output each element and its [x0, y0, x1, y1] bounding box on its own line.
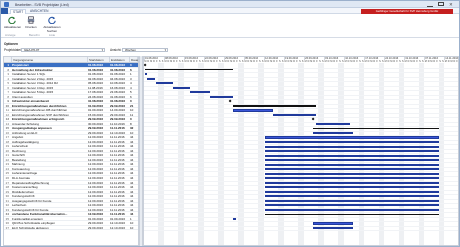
gantt-bar[interactable] [264, 145, 439, 148]
row-number: 37 [5, 225, 9, 230]
gantt-milestone[interactable] [311, 117, 315, 122]
print-icon [27, 16, 35, 24]
row-gridline [144, 221, 458, 223]
gantt-milestone[interactable] [228, 99, 232, 103]
project-label: Projektdatei: [4, 48, 22, 52]
view-select[interactable]: Wochen ▾ [122, 47, 168, 53]
gantt-bar[interactable] [264, 195, 439, 198]
row-gridline [144, 81, 458, 83]
gantt-bar[interactable] [264, 159, 439, 162]
options-title: Optionen [4, 42, 18, 46]
task-start: 29.09.2016 [88, 225, 104, 230]
gantt-bar[interactable] [233, 109, 273, 112]
day-label: F [456, 60, 458, 63]
task-name: ELO Schnittstelle aktivieren [12, 225, 49, 230]
task-duration: 10 [130, 225, 134, 230]
gantt-bar[interactable] [313, 226, 353, 230]
row-gridline [144, 76, 458, 78]
task-table: Vorgangsname Startdatum Enddatum Dauer 1… [3, 56, 139, 246]
group-label-liste: Liste [49, 33, 56, 37]
row-gridline [144, 94, 458, 96]
gantt-milestone[interactable] [144, 63, 147, 67]
gantt-bar[interactable] [273, 113, 316, 117]
gantt-bar[interactable] [264, 163, 439, 166]
gantt-bar[interactable] [264, 150, 439, 153]
gantt-summary-bar[interactable] [233, 105, 316, 107]
row-gridline [144, 216, 458, 218]
task-end: 12.10.2016 [110, 225, 126, 230]
table-row[interactable]: 37 ELO Schnittstelle aktivieren 29.09.2016… [4, 226, 138, 231]
gantt-bar[interactable] [264, 208, 439, 211]
gantt-bar[interactable] [264, 199, 439, 202]
application-window: Bearbeiten - SVB Projektplan (Lied) ✕ ST… [0, 0, 460, 247]
gantt-bar[interactable] [264, 136, 439, 139]
gantt-bar[interactable] [264, 181, 439, 184]
company-badge: Geißlinger Gesellschaft für SVP Heimsbur… [361, 9, 453, 14]
gantt-summary-bar[interactable] [264, 213, 439, 216]
maximize-icon[interactable] [438, 2, 444, 6]
project-select[interactable]: GEA-P6-07 ▾ [21, 47, 105, 53]
gantt-bar[interactable] [264, 168, 439, 171]
gantt-bar[interactable] [155, 82, 173, 85]
print-button[interactable]: Drucken [23, 16, 39, 32]
refresh-icon [8, 16, 16, 24]
gantt-summary-bar[interactable] [313, 127, 439, 130]
gantt-bar[interactable] [210, 95, 233, 98]
minimize-icon[interactable] [427, 2, 433, 7]
view-value: Wochen [125, 47, 136, 52]
gantt-bar[interactable] [147, 77, 156, 80]
row-gridline [144, 130, 458, 132]
row-gridline [144, 72, 458, 74]
gantt-bar[interactable] [264, 186, 439, 189]
project-value: GEA-P6-07 [24, 47, 40, 52]
gantt-bar[interactable] [190, 91, 210, 94]
window-title: Bearbeiten - SVB Projektplan (Lied) [15, 2, 69, 7]
app-icon [4, 2, 9, 7]
print-label: Drucken [25, 25, 37, 29]
row-gridline [144, 117, 458, 119]
gantt-bar[interactable] [264, 177, 439, 180]
gantt-bar[interactable] [173, 86, 190, 89]
gantt-bar[interactable] [264, 141, 439, 144]
close-icon[interactable]: ✕ [449, 2, 455, 7]
ribbon-panel: Aktualisieren Drucken Aktualisieren Such… [1, 14, 459, 38]
gantt-bar[interactable] [233, 217, 236, 221]
gantt-bar[interactable] [313, 222, 353, 225]
refresh-button[interactable]: Aktualisieren [4, 16, 22, 32]
gantt-bar[interactable] [264, 154, 439, 157]
gantt-chart: 01.08.2016 M D M D F S S 08.08.2016 M D M D F S S 15.08.… [143, 56, 459, 246]
gantt-summary-bar[interactable] [144, 69, 233, 71]
title-bar: Bearbeiten - SVB Projektplan (Lied) ✕ [1, 1, 459, 8]
search-refresh-icon [48, 16, 56, 24]
chevron-down-icon: ▾ [164, 47, 166, 52]
group-label-berechn: Berechn [29, 33, 40, 37]
row-gridline [144, 230, 458, 232]
chevron-down-icon: ▾ [101, 47, 103, 52]
view-label: Ansicht: [110, 48, 122, 52]
search-refresh-button[interactable]: Aktualisieren Suchen [42, 16, 62, 33]
row-gridline [144, 108, 458, 110]
gantt-bar[interactable] [313, 131, 353, 135]
row-gridline [144, 225, 458, 227]
row-gridline [144, 121, 458, 123]
gantt-bar[interactable] [264, 204, 439, 207]
row-gridline [144, 99, 458, 101]
gantt-bar[interactable] [264, 190, 439, 193]
group-label-anzeige: Anzeige [5, 33, 16, 37]
gantt-bar[interactable] [264, 172, 439, 175]
row-gridline [144, 85, 458, 87]
refresh-label: Aktualisieren [4, 25, 22, 29]
gantt-bar[interactable] [144, 73, 147, 76]
options-panel: Optionen Projektdatei: GEA-P6-07 ▾ Ansic… [1, 38, 459, 55]
gantt-bar[interactable] [316, 122, 350, 126]
